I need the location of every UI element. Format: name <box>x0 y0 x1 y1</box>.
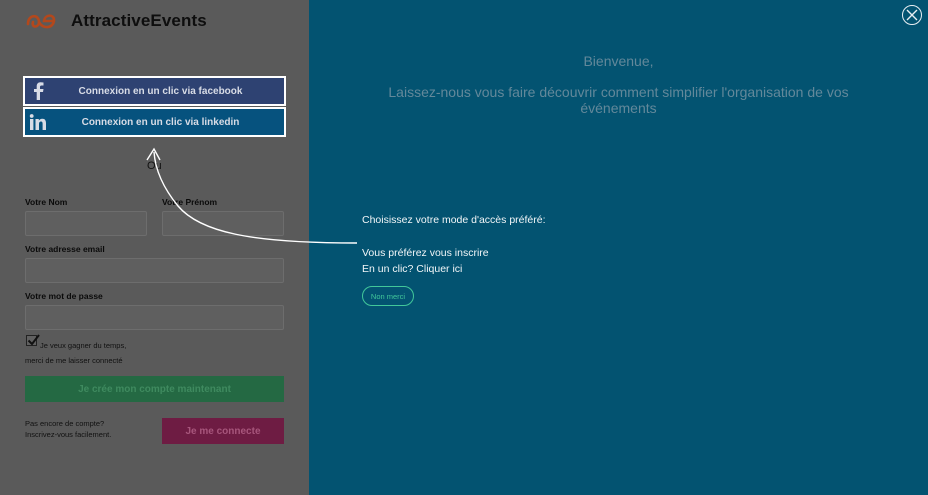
brand-name: AttractiveEvents <box>71 11 207 30</box>
brand: AttractiveEvents <box>25 10 207 32</box>
remember-label: Je veux gagner du temps, merci de me lai… <box>25 338 126 368</box>
facebook-login-button[interactable]: Connexion en un clic via facebook <box>23 76 286 106</box>
last-name-input[interactable] <box>25 211 147 236</box>
linkedin-login-button[interactable]: Connexion en un clic via linkedin <box>23 107 286 137</box>
welcome-overlay: Bienvenue, Laissez-nous vous faire décou… <box>309 0 928 495</box>
facebook-icon <box>25 78 51 104</box>
ae-logo-icon <box>26 14 56 29</box>
login-button[interactable]: Je me connecte <box>162 418 284 444</box>
prefer-signup-text: Vous préférez vous inscrire En un clic? … <box>362 245 489 277</box>
no-thanks-button[interactable]: Non merci <box>362 286 414 306</box>
last-name-label: Votre Nom <box>25 197 68 207</box>
prefer-line-1: Vous préférez vous inscrire <box>362 247 489 259</box>
welcome-text: Laissez-nous vous faire découvrir commen… <box>388 84 849 116</box>
password-label: Votre mot de passe <box>25 291 103 301</box>
welcome-title: Bienvenue, <box>583 53 654 69</box>
prefer-line-2[interactable]: En un clic? Cliquer ici <box>362 261 489 277</box>
choose-access-text: Choisissez votre mode d'accès préféré: <box>362 214 546 226</box>
no-account-text: Pas encore de compte? Inscrivez-vous fac… <box>25 418 111 440</box>
signup-panel: AttractiveEvents Connexion en un clic vi… <box>0 0 309 495</box>
password-input[interactable] <box>25 305 284 330</box>
no-account-line-1: Pas encore de compte? <box>25 419 105 428</box>
no-account-line-2: Inscrivez-vous facilement. <box>25 430 112 439</box>
email-label: Votre adresse email <box>25 244 105 254</box>
close-button[interactable] <box>902 5 922 25</box>
first-name-input[interactable] <box>162 211 284 236</box>
linkedin-icon <box>25 109 51 135</box>
close-icon <box>906 9 918 21</box>
first-name-label: Votre Prénom <box>162 197 218 207</box>
facebook-login-label: Connexion en un clic via facebook <box>78 85 243 97</box>
create-account-button[interactable]: Je crée mon compte maintenant <box>25 376 284 402</box>
linkedin-login-label: Connexion en un clic via linkedin <box>81 116 240 128</box>
remember-line-2: merci de me laisser connecté <box>25 356 123 365</box>
or-separator: Ou <box>147 160 162 172</box>
email-input[interactable] <box>25 258 284 283</box>
remember-line-1: Je veux gagner du temps, <box>40 341 127 350</box>
